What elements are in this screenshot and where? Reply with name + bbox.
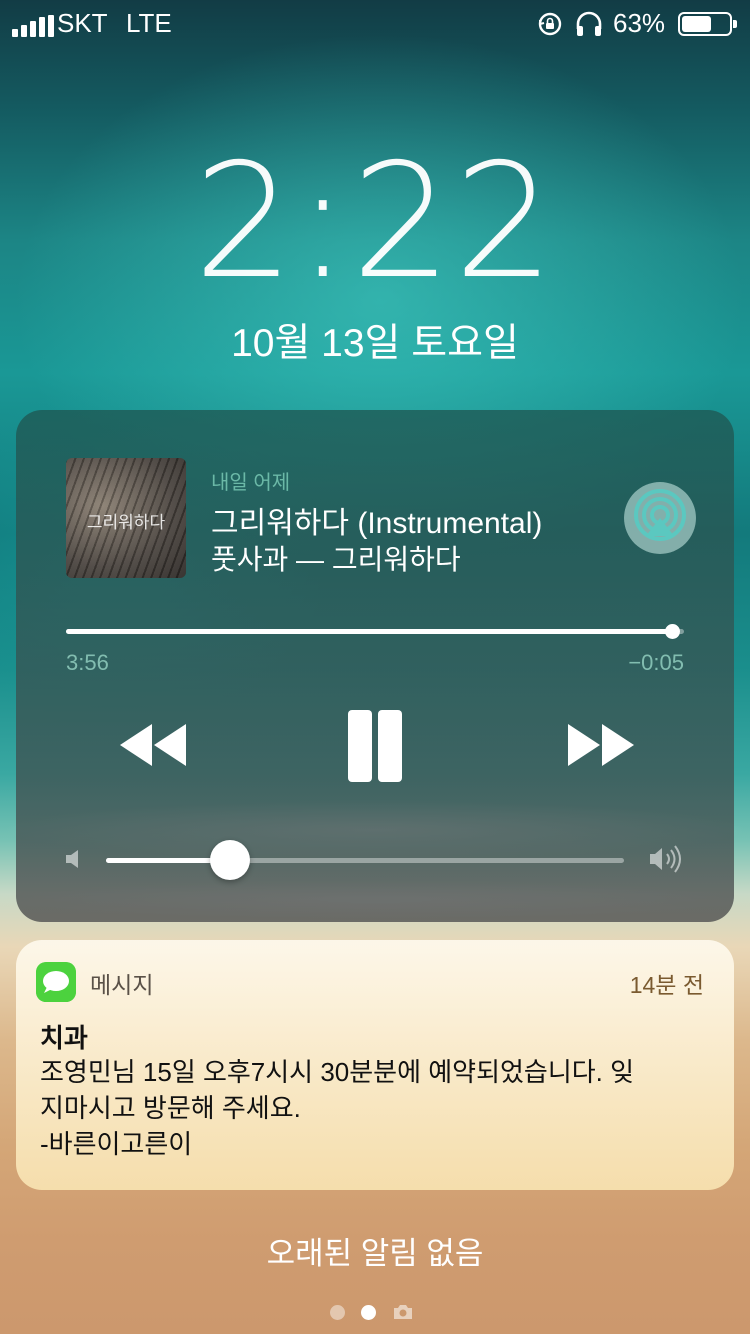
notification-body-line: 조영민님 15일 오후7시시 30분분에 예약되었습니다. 잊 — [40, 1057, 635, 1087]
no-older-notifications: 오래된 알림 없음 — [266, 1236, 484, 1271]
notification-body-line: -바른이고른이 — [40, 1129, 193, 1159]
lock-screen-date: 10월 13일 토요일 — [231, 322, 519, 365]
volume-max-icon — [650, 845, 681, 873]
camera-icon[interactable] — [392, 1303, 414, 1321]
progress-knob[interactable] — [664, 624, 680, 639]
airplay-icon[interactable] — [624, 482, 696, 554]
album-art[interactable]: 그리워하다 — [66, 458, 186, 578]
progress-fill — [66, 629, 672, 634]
page-indicator — [330, 1303, 414, 1321]
message-notification[interactable]: 메시지 14분 전 치과 조영민님 15일 오후7시시 30분분에 예약되었습니… — [16, 940, 734, 1190]
pause-button[interactable] — [344, 710, 406, 782]
rotation-lock-icon — [538, 12, 562, 36]
messages-icon — [36, 962, 76, 1002]
playback-progress-bar[interactable] — [66, 624, 684, 639]
notification-body-line: 지마시고 방문해 주세요. — [40, 1093, 301, 1123]
station-name: 내일 어제 — [211, 472, 291, 494]
battery-icon — [678, 12, 737, 36]
now-playing-widget: 그리워하다 내일 어제 그리워하다 (Instrumental) 풋사과 — 그… — [16, 410, 734, 922]
signal-strength-icon — [12, 15, 54, 37]
network-type: LTE — [126, 8, 172, 38]
fast-forward-button[interactable] — [562, 720, 638, 770]
lock-screen-time: 2:22 — [193, 130, 557, 314]
remaining-time: −0:05 — [628, 650, 684, 675]
page-dot — [330, 1304, 345, 1320]
volume-knob[interactable] — [210, 840, 251, 880]
battery-fill — [682, 16, 711, 32]
carrier-name: SKT — [57, 8, 108, 38]
battery-percent: 63% — [613, 8, 666, 38]
status-bar: SKT LTE 63% — [0, 0, 750, 48]
artist-album: 풋사과 — 그리워하다 — [211, 544, 461, 575]
notification-time: 14분 전 — [629, 972, 704, 998]
notification-body: 조영민님 15일 오후7시시 30분분에 예약되었습니다. 잊 지마시고 방문해… — [40, 1054, 720, 1162]
volume-slider[interactable] — [106, 840, 624, 880]
page-dot-active — [361, 1304, 376, 1320]
headphones-icon — [576, 11, 602, 36]
elapsed-time: 3:56 — [66, 650, 109, 675]
notification-app-name: 메시지 — [90, 972, 154, 998]
song-title: 그리워하다 (Instrumental) — [211, 507, 543, 540]
volume-min-icon — [66, 850, 78, 868]
rewind-button[interactable] — [116, 720, 192, 770]
album-art-text: 그리워하다 — [86, 513, 166, 533]
notification-title: 치과 — [40, 1023, 88, 1053]
